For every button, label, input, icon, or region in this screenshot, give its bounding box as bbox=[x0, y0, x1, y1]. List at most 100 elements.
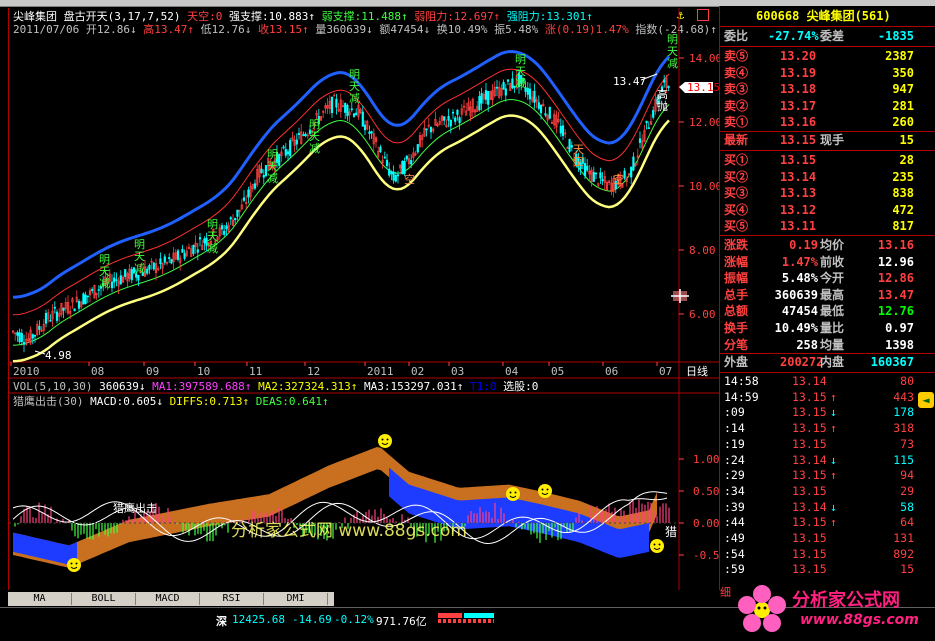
tab-macd[interactable]: MACD bbox=[136, 593, 200, 605]
candle-body bbox=[289, 140, 292, 156]
tick-price: 13.15 bbox=[792, 483, 827, 498]
tick-row: :54 13.15 892 bbox=[720, 547, 935, 563]
time-tick-label: 2010 bbox=[13, 365, 40, 378]
candle-body bbox=[31, 334, 34, 339]
time-tick-label: 06 bbox=[605, 365, 618, 378]
candle-body bbox=[416, 144, 419, 153]
candle-body bbox=[152, 262, 155, 270]
stat-label: 均量 bbox=[820, 337, 845, 352]
candle-body bbox=[16, 332, 19, 336]
candle-body bbox=[115, 279, 118, 281]
tab-ma[interactable]: MA bbox=[8, 593, 72, 605]
ask-row: 卖③ 13.18 947 bbox=[720, 81, 935, 98]
tab-dmi[interactable]: DMI bbox=[264, 593, 328, 605]
index-change: -14.69 bbox=[292, 613, 332, 626]
market-turnover: 971.76亿 bbox=[376, 615, 427, 628]
candle-body bbox=[295, 139, 298, 145]
time-tick-label: 2011 bbox=[367, 365, 394, 378]
stat-label: 换手 bbox=[724, 321, 749, 335]
candle-body bbox=[447, 115, 450, 121]
tick-time: 14:59 bbox=[724, 389, 759, 404]
bid-volume: 235 bbox=[892, 169, 914, 184]
time-tick-label: 08 bbox=[91, 365, 104, 378]
candle-body bbox=[544, 113, 547, 116]
macd-end-label: 猎 bbox=[665, 525, 678, 539]
macd-axis: 1.00 0.50 0.00 -0.50 bbox=[679, 453, 719, 562]
time-tick-label: 12 bbox=[307, 365, 320, 378]
price-tick-label: 12.00 bbox=[689, 116, 719, 129]
stat-row: 涨跌 0.19 均价 13.16 bbox=[720, 237, 935, 254]
signal-label-char: 减 bbox=[667, 57, 678, 70]
tick-arrow: ↓ bbox=[830, 499, 837, 514]
tick-arrow: ↑ bbox=[830, 468, 837, 483]
candle-body bbox=[379, 146, 382, 153]
chart-area[interactable]: 尖峰集团 盘古开天(3,17,7,52) 天空:0 强支撑:10.883↑ 弱支… bbox=[8, 8, 720, 590]
candle-body bbox=[38, 326, 41, 330]
waipan-value: 200272 bbox=[780, 355, 824, 369]
candle-body bbox=[20, 333, 23, 342]
smiley-icon bbox=[650, 539, 664, 553]
candle-body bbox=[630, 166, 633, 178]
tick-time: :59 bbox=[724, 562, 745, 577]
candle-body bbox=[504, 88, 507, 96]
tab-boll[interactable]: BOLL bbox=[72, 593, 136, 605]
tick-time: :49 bbox=[724, 531, 745, 545]
app-window: 尖峰集团 盘古开天(3,17,7,52) 天空:0 强支撑:10.883↑ 弱支… bbox=[0, 0, 935, 641]
candle-body bbox=[388, 168, 391, 176]
scroll-arrow-icon[interactable]: ◄ bbox=[918, 392, 934, 408]
quote-title: 600668 尖峰集团(561) bbox=[756, 9, 891, 23]
stat-value: 1.47% bbox=[781, 254, 818, 269]
candle-body bbox=[652, 110, 655, 118]
tick-volume: 94 bbox=[900, 468, 914, 483]
period-label[interactable]: 日线 bbox=[686, 364, 708, 378]
crosshair-icon[interactable] bbox=[671, 289, 689, 303]
candle-body bbox=[623, 170, 626, 179]
candle-body bbox=[548, 107, 551, 119]
current-price-tag: 13.15 bbox=[679, 81, 719, 94]
flower-logo-icon bbox=[738, 585, 786, 632]
time-tick-label: 11 bbox=[249, 365, 262, 378]
candle-body bbox=[361, 111, 364, 127]
smiley-icon bbox=[538, 484, 552, 498]
candle-body bbox=[511, 78, 514, 89]
tick-time: :19 bbox=[724, 436, 745, 451]
candle-body bbox=[110, 281, 114, 289]
candle-body bbox=[159, 258, 162, 264]
time-tick-label: 09 bbox=[146, 365, 159, 378]
vol-ma2: MA2:327324.313↑ bbox=[258, 380, 358, 393]
signal-label-char: 减 bbox=[134, 262, 145, 275]
candle-body bbox=[49, 319, 52, 322]
candle-body bbox=[451, 111, 455, 114]
tick-volume: 15 bbox=[900, 562, 914, 577]
candle-body bbox=[370, 131, 373, 134]
signal-label-char: 空 bbox=[404, 172, 415, 186]
candle-body bbox=[253, 183, 257, 189]
candle-body bbox=[390, 170, 393, 175]
stat-value: 10.49% bbox=[774, 321, 818, 335]
candle-body bbox=[478, 96, 481, 111]
stat-label: 前收 bbox=[820, 254, 845, 269]
smiley-icon bbox=[506, 487, 520, 501]
candle-body bbox=[502, 82, 505, 90]
candle-body bbox=[350, 108, 353, 111]
current-price-text: 13.15 bbox=[687, 81, 719, 94]
vol-name: VOL(5,10,30) bbox=[13, 380, 93, 393]
signal-label-char: 减 bbox=[207, 242, 218, 255]
tick-volume: 80 bbox=[900, 374, 914, 388]
candle-body bbox=[583, 163, 587, 177]
tick-time: :09 bbox=[724, 405, 745, 420]
candle-body bbox=[82, 293, 85, 305]
macd-tick-label: 0.00 bbox=[693, 517, 719, 530]
signal-label-char: 抛 bbox=[657, 99, 668, 113]
vol-ma3: MA3:153297.031↑ bbox=[364, 380, 464, 393]
tick-price: 13.15 bbox=[792, 546, 827, 561]
tick-price: 13.15 bbox=[792, 389, 827, 404]
waipan-row: 外盘 200272 内盘 160367 bbox=[724, 355, 914, 369]
tab-rsi[interactable]: RSI bbox=[200, 593, 264, 605]
candle-body bbox=[480, 93, 483, 104]
tick-row: :14 13.15 ↑ 318 bbox=[720, 421, 935, 437]
stat-label: 量比 bbox=[820, 321, 845, 335]
ask-volume: 260 bbox=[892, 115, 914, 130]
stat-value: 13.47 bbox=[877, 287, 914, 302]
bid-row: 买① 13.15 28 bbox=[720, 152, 935, 169]
